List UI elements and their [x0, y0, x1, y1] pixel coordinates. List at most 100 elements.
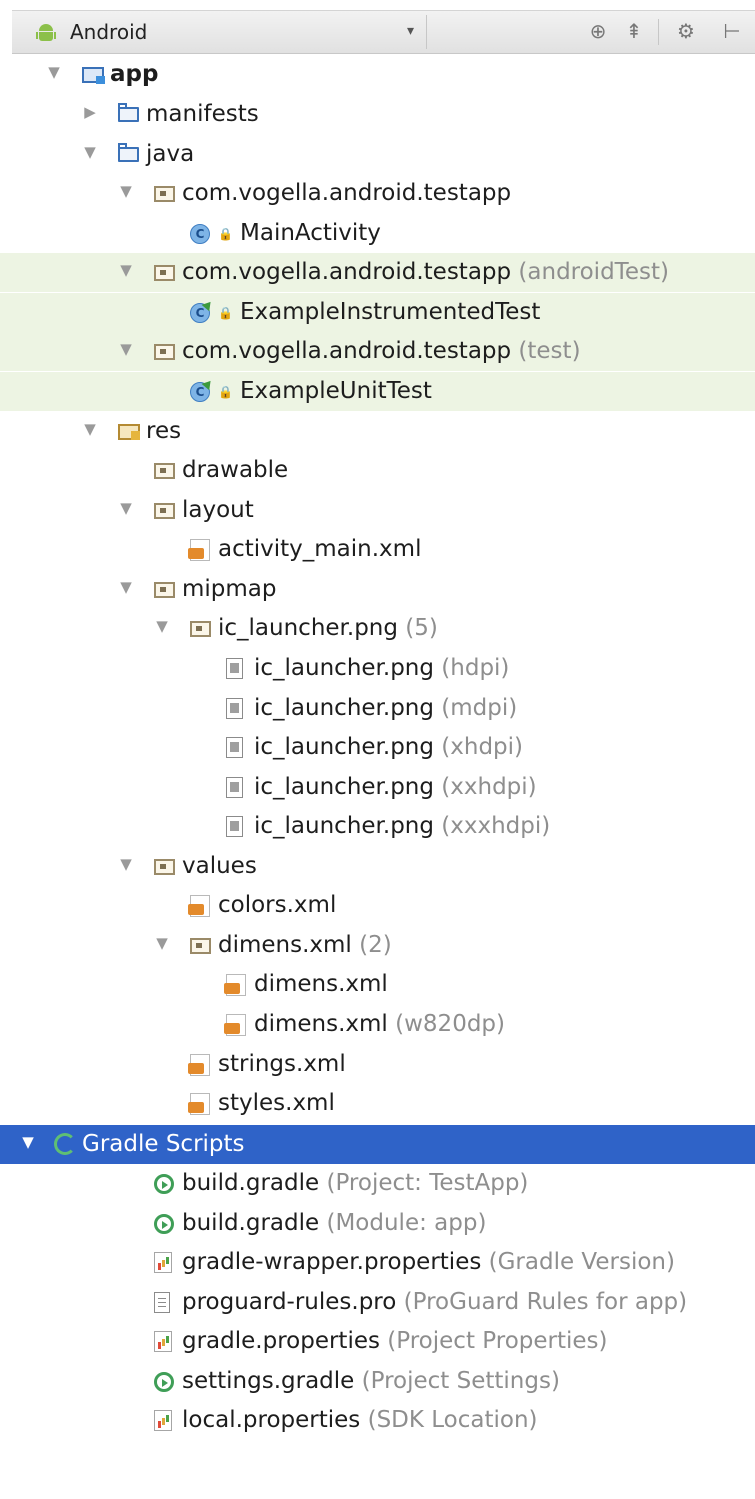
text-file-icon — [154, 1292, 170, 1313]
tree-row[interactable]: ▶ manifests — [0, 95, 755, 134]
tree-row[interactable]: local.properties (SDK Location) — [0, 1401, 755, 1440]
tree-row[interactable]: build.gradle (Module: app) — [0, 1204, 755, 1243]
res-folder-icon — [118, 424, 140, 440]
tree-row[interactable]: settings.gradle (Project Settings) — [0, 1362, 755, 1401]
gradle-icon — [154, 1372, 174, 1392]
tree-row[interactable]: gradle-wrapper.properties (Gradle Versio… — [0, 1243, 755, 1282]
tree-row[interactable]: ic_launcher.png (hdpi) — [0, 649, 755, 688]
tree-item-label: colors.xml — [218, 890, 336, 920]
tree-row[interactable]: ▼ java — [0, 135, 755, 174]
tree-row[interactable]: dimens.xml — [0, 965, 755, 1004]
tree-item-label: app — [110, 59, 158, 89]
tree-item-name: ic_launcher.png — [254, 695, 434, 721]
tree-row[interactable]: ▼ com.vogella.android.testapp — [0, 174, 755, 213]
tree-item-label: mipmap — [182, 574, 277, 604]
tree-row[interactable]: ▼ res — [0, 412, 755, 451]
tree-item-name: gradle-wrapper.properties — [182, 1249, 482, 1275]
tree-item-label: ic_launcher.png (5) — [218, 613, 438, 643]
expanded-arrow-icon[interactable]: ▼ — [118, 578, 134, 596]
tree-row[interactable]: ic_launcher.png (xxhdpi) — [0, 768, 755, 807]
gear-icon[interactable]: ⚙ — [672, 17, 700, 45]
tree-item-name: res — [146, 418, 182, 444]
gradle-icon — [154, 1214, 174, 1234]
dropdown-arrow-icon[interactable]: ▾ — [407, 23, 414, 39]
folder-icon — [118, 143, 139, 162]
class-icon: C — [190, 224, 210, 244]
tree-row[interactable]: ▼ ic_launcher.png (5) — [0, 609, 755, 648]
tree-item-label: dimens.xml (w820dp) — [254, 1009, 505, 1039]
expanded-arrow-icon[interactable]: ▼ — [82, 420, 98, 438]
tree-row[interactable]: strings.xml — [0, 1045, 755, 1084]
module-folder-icon — [82, 67, 105, 84]
expanded-arrow-icon[interactable]: ▼ — [118, 499, 134, 517]
tree-row[interactable]: ▼ com.vogella.android.testapp (test) — [0, 332, 755, 371]
tree-item-label: manifests — [146, 99, 259, 129]
tree-row[interactable]: gradle.properties (Project Properties) — [0, 1322, 755, 1361]
tree-item-label: dimens.xml — [254, 969, 388, 999]
expanded-arrow-icon[interactable]: ▼ — [154, 617, 170, 635]
tree-row[interactable]: build.gradle (Project: TestApp) — [0, 1164, 755, 1203]
hide-icon[interactable]: ⊢ — [718, 17, 746, 45]
expanded-arrow-icon[interactable]: ▼ — [82, 143, 98, 161]
tree-item-label: res — [146, 416, 181, 446]
tree-row[interactable]: colors.xml — [0, 886, 755, 925]
tree-item-hint: (Project Properties) — [379, 1328, 608, 1354]
tree-item-hint: (mdpi) — [433, 695, 518, 721]
expanded-arrow-icon[interactable]: ▼ — [154, 934, 170, 952]
tree-row[interactable]: ic_launcher.png (xhdpi) — [0, 728, 755, 767]
project-view-selector[interactable]: Android ▾ — [18, 15, 427, 49]
tree-row[interactable]: ic_launcher.png (mdpi) — [0, 689, 755, 728]
tree-row[interactable]: ic_launcher.png (xxxhdpi) — [0, 807, 755, 846]
tree-item-hint: (Gradle Version) — [481, 1249, 675, 1275]
xml-file-icon — [224, 974, 246, 996]
expanded-arrow-icon[interactable]: ▼ — [118, 855, 134, 873]
tree-item-label: MainActivity — [240, 218, 381, 248]
tree-item-hint: (Project Settings) — [354, 1368, 560, 1394]
tree-item-hint: (xhdpi) — [433, 734, 524, 760]
target-icon[interactable]: ⊕ — [584, 17, 612, 45]
expanded-arrow-icon[interactable]: ▼ — [118, 182, 134, 200]
expanded-arrow-icon[interactable]: ▼ — [46, 63, 62, 81]
tree-row[interactable]: dimens.xml (w820dp) — [0, 1005, 755, 1044]
tree-row[interactable]: ▼ dimens.xml (2) — [0, 926, 755, 965]
tree-row[interactable]: proguard-rules.pro (ProGuard Rules for a… — [0, 1283, 755, 1322]
tree-row[interactable]: C 🔒 ExampleUnitTest — [0, 372, 755, 411]
tree-row[interactable]: styles.xml — [0, 1084, 755, 1123]
gradle-icon — [154, 1174, 174, 1194]
xml-file-icon — [188, 1054, 210, 1076]
tree-row[interactable]: ▼ layout — [0, 491, 755, 530]
tree-item-name: build.gradle — [182, 1170, 320, 1196]
collapse-icon[interactable]: ⇞ — [620, 17, 648, 45]
folder-icon — [118, 103, 139, 122]
tree-item-label: ic_launcher.png (hdpi) — [254, 653, 509, 683]
expanded-arrow-icon[interactable]: ▼ — [118, 261, 134, 279]
tree-item-name: ic_launcher.png — [254, 655, 434, 681]
expanded-arrow-icon[interactable]: ▼ — [20, 1133, 36, 1151]
public-access-icon: 🔒 — [218, 385, 233, 399]
tree-item-name: settings.gradle — [182, 1368, 355, 1394]
tree-row[interactable]: activity_main.xml — [0, 530, 755, 569]
tree-item-hint: (xxxhdpi) — [433, 813, 551, 839]
tree-row[interactable]: ▼ mipmap — [0, 570, 755, 609]
collapsed-arrow-icon[interactable]: ▶ — [82, 103, 98, 121]
tree-item-label: gradle-wrapper.properties (Gradle Versio… — [182, 1247, 675, 1277]
tree-row[interactable]: ▼ Gradle Scripts — [0, 1125, 755, 1164]
tree-item-hint: (2) — [351, 932, 392, 958]
tree-row[interactable]: ▼ com.vogella.android.testapp (androidTes… — [0, 253, 755, 292]
tree-item-label: drawable — [182, 455, 288, 485]
toolbar-separator — [658, 19, 659, 45]
tree-row[interactable]: C 🔒 MainActivity — [0, 214, 755, 253]
tree-row[interactable]: ▼ app — [0, 55, 755, 94]
tree-item-hint: (ProGuard Rules for app) — [396, 1289, 688, 1315]
tree-row[interactable]: C 🔒 ExampleInstrumentedTest — [0, 293, 755, 332]
project-toolbar: Android ▾ ⊕ ⇞ ⚙ ⊢ — [12, 10, 755, 54]
expanded-arrow-icon[interactable]: ▼ — [118, 340, 134, 358]
tree-row[interactable]: drawable — [0, 451, 755, 490]
tree-item-name: mipmap — [182, 576, 277, 602]
xml-file-icon — [188, 1093, 210, 1115]
tree-row[interactable]: ▼ values — [0, 847, 755, 886]
tree-item-name: dimens.xml — [218, 932, 352, 958]
android-icon — [36, 24, 56, 44]
xml-file-icon — [224, 1014, 246, 1036]
tree-item-name: local.properties — [182, 1407, 361, 1433]
